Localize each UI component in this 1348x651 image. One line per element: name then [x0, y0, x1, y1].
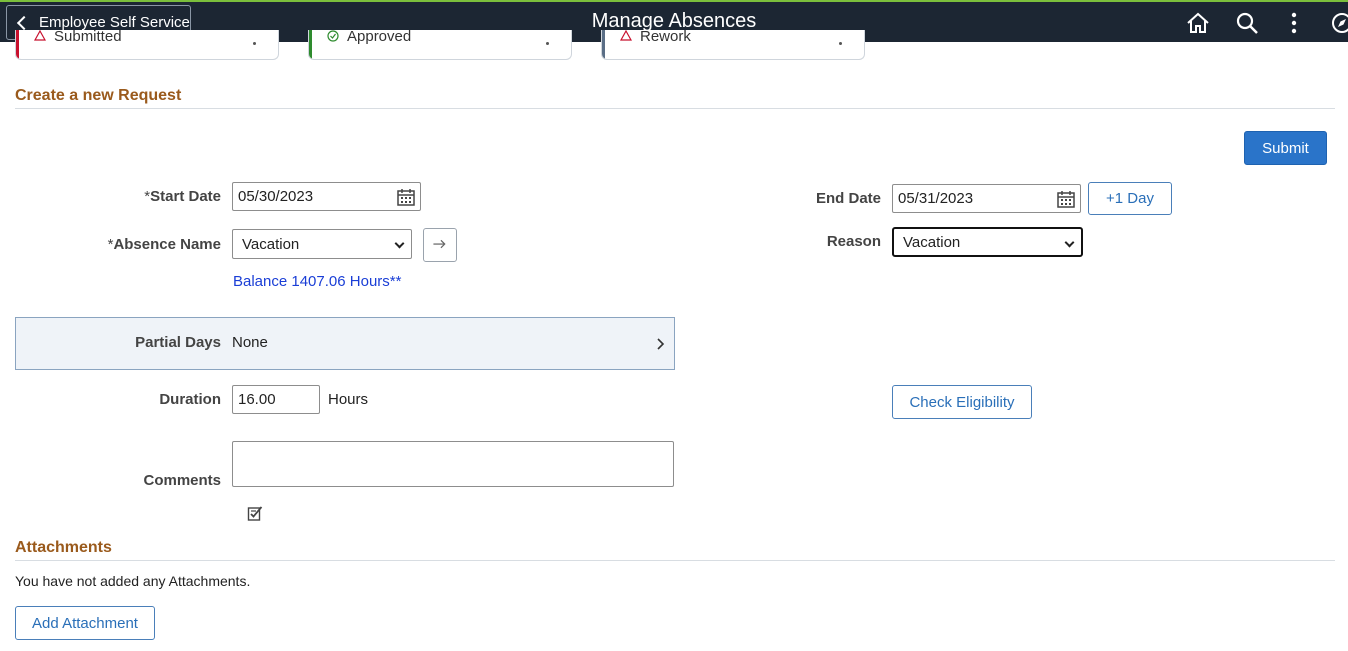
chevron-down-icon — [1064, 237, 1075, 248]
start-date-label: *Start Date — [100, 188, 221, 205]
absence-details-button[interactable] — [423, 228, 457, 262]
calendar-icon[interactable] — [1056, 189, 1076, 209]
calendar-icon[interactable] — [396, 187, 416, 207]
tile-status-bar — [16, 30, 19, 59]
search-icon[interactable] — [1234, 10, 1260, 36]
more-icon[interactable] — [839, 42, 842, 45]
more-icon[interactable] — [253, 42, 256, 45]
divider — [15, 560, 1335, 561]
chevron-down-icon — [394, 238, 405, 249]
attachments-empty-text: You have not added any Attachments. — [15, 573, 251, 589]
spell-check-icon[interactable] — [247, 505, 264, 522]
divider — [15, 108, 1335, 109]
absence-name-label-text: Absence Name — [113, 236, 221, 253]
check-circle-icon — [327, 30, 339, 42]
tile-status-bar — [309, 30, 312, 59]
add-attachment-button[interactable]: Add Attachment — [15, 606, 155, 640]
duration-unit: Hours — [328, 391, 369, 408]
absence-name-select[interactable]: Vacation — [232, 229, 412, 259]
more-icon[interactable] — [546, 42, 549, 45]
duration-value: 16.00 — [238, 391, 276, 408]
end-date-value: 05/31/2023 — [898, 190, 974, 207]
end-date-field[interactable]: 05/31/2023 — [892, 184, 1081, 213]
duration-field[interactable]: 16.00 — [232, 385, 320, 414]
warning-icon — [620, 30, 632, 41]
arrow-right-icon — [433, 239, 446, 249]
absence-name-value: Vacation — [242, 235, 300, 253]
actions-menu-icon[interactable] — [1281, 10, 1307, 36]
end-date-label: End Date — [815, 190, 881, 207]
section-heading-attachments: Attachments — [15, 539, 112, 556]
tile-submitted[interactable]: Submitted — [15, 30, 279, 60]
partial-days-row[interactable]: Partial Days None — [15, 317, 675, 370]
reason-value: Vacation — [903, 233, 961, 251]
warning-icon — [34, 30, 46, 41]
start-date-value: 05/30/2023 — [238, 188, 314, 205]
start-date-field[interactable]: 05/30/2023 — [232, 182, 421, 211]
check-eligibility-button[interactable]: Check Eligibility — [892, 385, 1032, 419]
partial-days-value: None — [232, 334, 268, 351]
duration-label: Duration — [159, 391, 221, 408]
absence-name-label: *Absence Name — [80, 236, 221, 253]
reason-select[interactable]: Vacation — [892, 227, 1083, 257]
comments-textarea[interactable] — [232, 441, 674, 487]
submit-button[interactable]: Submit — [1244, 131, 1327, 165]
navbar-icon[interactable] — [1329, 10, 1348, 36]
tile-label: Approved — [347, 30, 412, 45]
chevron-right-icon — [657, 338, 665, 350]
tile-status-bar — [602, 30, 605, 59]
comments-label: Comments — [143, 472, 221, 489]
plus-one-day-button[interactable]: +1 Day — [1088, 182, 1172, 215]
partial-days-label: Partial Days — [135, 334, 221, 351]
tile-approved[interactable]: Approved — [308, 30, 572, 60]
start-date-label-text: Start Date — [150, 188, 221, 205]
section-heading-create: Create a new Request — [15, 87, 182, 104]
home-icon[interactable] — [1185, 10, 1211, 36]
reason-label: Reason — [826, 233, 881, 250]
balance-link[interactable]: Balance 1407.06 Hours** — [233, 273, 401, 290]
tile-label: Rework — [640, 30, 691, 45]
tile-rework[interactable]: Rework — [601, 30, 865, 60]
tile-label: Submitted — [54, 30, 122, 45]
